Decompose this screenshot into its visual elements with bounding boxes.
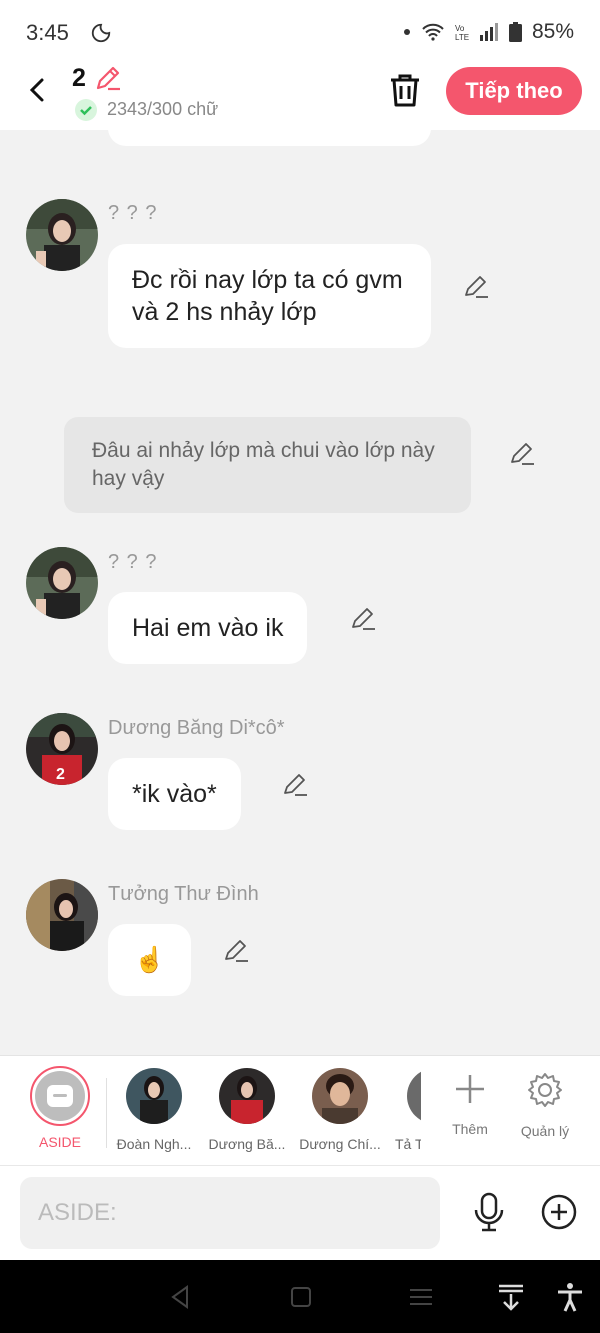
microphone-icon[interactable]: [472, 1192, 506, 1232]
battery-icon: [508, 22, 522, 42]
status-right: Vo LTE 85%: [403, 20, 574, 44]
signal-icon: [479, 23, 498, 41]
aside-avatar: [35, 1071, 85, 1121]
edit-title-icon[interactable]: [94, 64, 122, 92]
system-navigation-bar: [0, 1260, 600, 1333]
message-bubble[interactable]: Hai em vào ik: [108, 592, 308, 664]
edit-icon[interactable]: [222, 936, 250, 964]
message-input[interactable]: [20, 1177, 440, 1249]
plus-icon: [456, 1075, 484, 1103]
svg-text:LTE: LTE: [455, 33, 469, 42]
back-arrow-icon[interactable]: [22, 74, 54, 106]
character-avatar: [407, 1068, 421, 1124]
character-aside[interactable]: ASIDE: [14, 1066, 106, 1150]
message-bubble[interactable]: ☝️: [108, 924, 192, 996]
avatar[interactable]: 2: [26, 713, 98, 785]
character-item[interactable]: Dương Chí...: [294, 1068, 386, 1152]
character-avatar: [126, 1068, 182, 1124]
gear-icon: [528, 1073, 562, 1107]
next-button[interactable]: Tiếp theo: [446, 67, 582, 115]
chapter-count: 2: [72, 64, 86, 92]
character-label: Tả T: [395, 1136, 421, 1152]
do-not-disturb-icon: [91, 23, 111, 43]
status-bar: 3:45 Vo LTE 85%: [0, 0, 600, 64]
nav-recents-icon[interactable]: [406, 1282, 436, 1312]
sender-name: Dương Băng Di*cô*: [108, 717, 285, 739]
character-label: Dương Bă...: [208, 1136, 286, 1152]
accessibility-icon[interactable]: [555, 1282, 585, 1312]
message-bubble[interactable]: Đc rồi nay lớp ta có gvm và 2 hs nhảy lớ…: [108, 244, 431, 348]
character-label: ASIDE: [38, 1134, 81, 1150]
avatar[interactable]: [26, 879, 98, 951]
aside-ring: [30, 1066, 90, 1126]
svg-text:2: 2: [56, 766, 65, 783]
chat-area[interactable]: ? ? ? Đc rồi nay lớp ta có gvm và 2 hs n…: [0, 130, 600, 1055]
avatar[interactable]: [26, 199, 98, 271]
trash-icon[interactable]: [388, 72, 422, 108]
message-bubble[interactable]: *ik vào*: [108, 758, 241, 830]
divider: [106, 1078, 107, 1148]
narration-icon: [47, 1085, 73, 1107]
sender-name: ? ? ?: [108, 551, 158, 573]
add-circle-icon[interactable]: [540, 1193, 578, 1231]
edit-icon[interactable]: [462, 272, 490, 300]
character-avatar: [219, 1068, 275, 1124]
word-count: 2343/300 chữ: [107, 99, 219, 119]
nav-home-icon[interactable]: [286, 1282, 316, 1312]
sender-name: Tưởng Thư Đình: [108, 883, 259, 905]
edit-icon[interactable]: [508, 439, 536, 467]
svg-text:Vo: Vo: [455, 24, 465, 33]
character-selector: ASIDE Đoàn Ngh... Dương Bă... Dương Chí.…: [0, 1055, 600, 1165]
check-circle-icon: [75, 99, 97, 121]
message-input-bar: [0, 1165, 600, 1260]
character-item[interactable]: Tả T: [387, 1068, 421, 1152]
status-time: 3:45: [26, 20, 69, 45]
edit-icon[interactable]: [349, 604, 377, 632]
edit-icon[interactable]: [281, 770, 309, 798]
character-label: Dương Chí...: [299, 1136, 381, 1152]
manage-label: Quản lý: [520, 1123, 570, 1139]
sender-name: ? ? ?: [108, 202, 158, 224]
battery-percent: 85%: [531, 20, 574, 43]
add-character-button[interactable]: Thêm: [435, 1072, 505, 1137]
character-avatar: [312, 1068, 368, 1124]
nav-back-icon[interactable]: [165, 1282, 195, 1312]
volte-icon: Vo LTE: [455, 24, 469, 42]
dot-icon: [403, 29, 410, 35]
previous-message-bubble[interactable]: [108, 130, 431, 146]
avatar[interactable]: [26, 547, 98, 619]
editor-header: 2 2343/300 chữ Tiếp theo: [0, 64, 600, 130]
narration-bubble[interactable]: Đâu ai nhảy lớp mà chui vào lớp này hay …: [64, 417, 471, 513]
character-item[interactable]: Dương Bă...: [201, 1068, 293, 1152]
character-label: Đoàn Ngh...: [116, 1136, 192, 1152]
wifi-icon: [422, 23, 444, 41]
add-label: Thêm: [452, 1121, 488, 1137]
character-item[interactable]: Đoàn Ngh...: [108, 1068, 200, 1152]
manage-characters-button[interactable]: Quản lý: [510, 1072, 580, 1139]
collapse-down-icon[interactable]: [496, 1282, 526, 1312]
